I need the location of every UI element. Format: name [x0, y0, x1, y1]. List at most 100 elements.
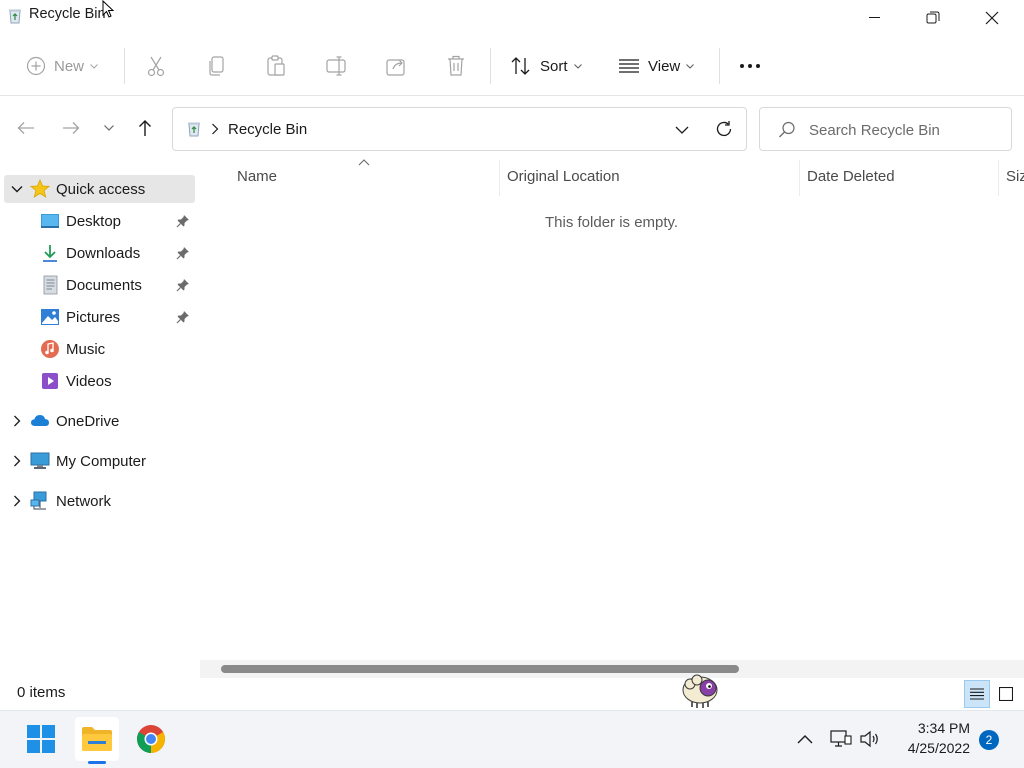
view-button[interactable]: View [618, 50, 695, 82]
empty-folder-message: This folder is empty. [545, 214, 679, 231]
rename-button[interactable] [326, 50, 348, 82]
column-header-date-deleted[interactable]: Date Deleted [807, 168, 895, 190]
details-view-button[interactable] [964, 680, 990, 708]
chrome-icon [137, 725, 165, 753]
network-icon [30, 491, 47, 510]
refresh-icon [716, 121, 732, 137]
search-icon [779, 121, 795, 138]
sort-icon [511, 57, 530, 75]
sidebar-item-onedrive[interactable]: OneDrive [4, 407, 195, 435]
sidebar-item-label: Downloads [66, 245, 141, 262]
sidebar-item-network[interactable]: Network [4, 487, 195, 515]
chrome-taskbar-button[interactable] [129, 717, 173, 761]
chevron-right-icon [14, 455, 21, 467]
column-header-size[interactable]: Siz [1006, 168, 1024, 190]
address-bar[interactable]: Recycle Bin [172, 107, 747, 151]
copy-icon [209, 56, 224, 76]
breadcrumb[interactable]: Recycle Bin [228, 121, 307, 138]
chevron-down-icon [90, 63, 98, 69]
search-input[interactable] [809, 120, 999, 140]
sort-button[interactable]: Sort [510, 50, 582, 82]
chevron-up-icon [797, 735, 813, 744]
new-label: New [54, 57, 85, 75]
trash-icon [448, 55, 464, 76]
sidebar-item-quick-access[interactable]: Quick access [4, 175, 195, 203]
item-count: 0 items [17, 684, 66, 701]
sidebar-item-videos[interactable]: Videos [4, 367, 195, 395]
volume-button[interactable] [858, 727, 882, 751]
column-header-name[interactable]: Name [237, 168, 277, 190]
network-status-button[interactable] [829, 727, 853, 751]
video-icon [42, 373, 58, 389]
chevron-down-icon [11, 186, 23, 193]
sort-label: Sort [540, 57, 568, 75]
column-divider[interactable] [998, 160, 999, 196]
restore-button[interactable] [903, 0, 963, 36]
cut-button[interactable] [146, 50, 166, 82]
sidebar-item-desktop[interactable]: Desktop [4, 207, 195, 235]
new-button[interactable]: New [26, 50, 98, 82]
recent-locations-button[interactable] [95, 112, 123, 144]
sidebar-item-label: My Computer [56, 453, 147, 470]
restore-icon [926, 11, 940, 24]
speaker-icon [860, 730, 878, 748]
sidebar-item-label: Quick access [56, 181, 146, 198]
music-icon [41, 340, 59, 358]
share-button[interactable] [386, 50, 408, 82]
column-header-original-location[interactable]: Original Location [507, 168, 620, 190]
sidebar-item-label: Videos [66, 373, 112, 390]
file-explorer-taskbar-button[interactable] [75, 717, 119, 761]
toolbar-divider [124, 48, 125, 84]
view-label: View [648, 57, 681, 75]
minimize-icon [869, 17, 880, 18]
chevron-right-icon [14, 495, 21, 507]
star-icon [30, 179, 50, 198]
details-view-icon [970, 688, 984, 700]
up-button[interactable] [131, 112, 159, 144]
column-divider[interactable] [499, 160, 500, 196]
tiles-view-button[interactable] [993, 680, 1019, 708]
clock-time[interactable]: 3:34 PM [900, 720, 970, 736]
rename-icon [326, 56, 346, 76]
close-button[interactable] [962, 0, 1022, 36]
more-dots-icon [740, 64, 760, 68]
title-bar: Recycle Bin [0, 0, 1024, 36]
sheep-mascot-icon [682, 674, 718, 708]
column-divider[interactable] [799, 160, 800, 196]
document-icon [43, 275, 58, 295]
forward-button[interactable] [57, 112, 85, 144]
close-icon [985, 11, 999, 25]
search-box[interactable] [759, 107, 1012, 151]
recycle-bin-icon [9, 9, 21, 24]
sidebar-item-my-computer[interactable]: My Computer [4, 447, 195, 475]
window-title: Recycle Bin [29, 6, 106, 22]
ethernet-icon [830, 730, 852, 747]
minimize-button[interactable] [845, 0, 905, 36]
show-hidden-icons-button[interactable] [793, 727, 817, 751]
copy-button[interactable] [207, 50, 227, 82]
pin-icon[interactable] [176, 246, 190, 260]
view-lines-icon [619, 59, 639, 73]
command-bar: New Sort View [0, 36, 1024, 96]
notification-badge[interactable]: 2 [979, 730, 999, 750]
paste-button[interactable] [266, 50, 286, 82]
sidebar-item-downloads[interactable]: Downloads [4, 239, 195, 267]
chevron-right-icon [14, 415, 21, 427]
pin-icon[interactable] [176, 214, 190, 228]
computer-icon [30, 452, 50, 469]
pin-icon[interactable] [176, 310, 190, 324]
sidebar-item-music[interactable]: Music [4, 335, 195, 363]
sidebar-item-documents[interactable]: Documents [4, 271, 195, 299]
scrollbar-thumb[interactable] [221, 665, 739, 673]
address-history-dropdown[interactable] [671, 120, 693, 140]
start-button[interactable] [19, 717, 63, 761]
delete-button[interactable] [446, 50, 466, 82]
chevron-down-icon [104, 125, 114, 131]
clock-date[interactable]: 4/25/2022 [895, 740, 970, 756]
sort-ascending-icon [358, 159, 370, 166]
sidebar-item-pictures[interactable]: Pictures [4, 303, 195, 331]
more-options-button[interactable] [739, 50, 761, 82]
back-button[interactable] [12, 112, 40, 144]
pin-icon[interactable] [176, 278, 190, 292]
refresh-button[interactable] [708, 114, 740, 144]
